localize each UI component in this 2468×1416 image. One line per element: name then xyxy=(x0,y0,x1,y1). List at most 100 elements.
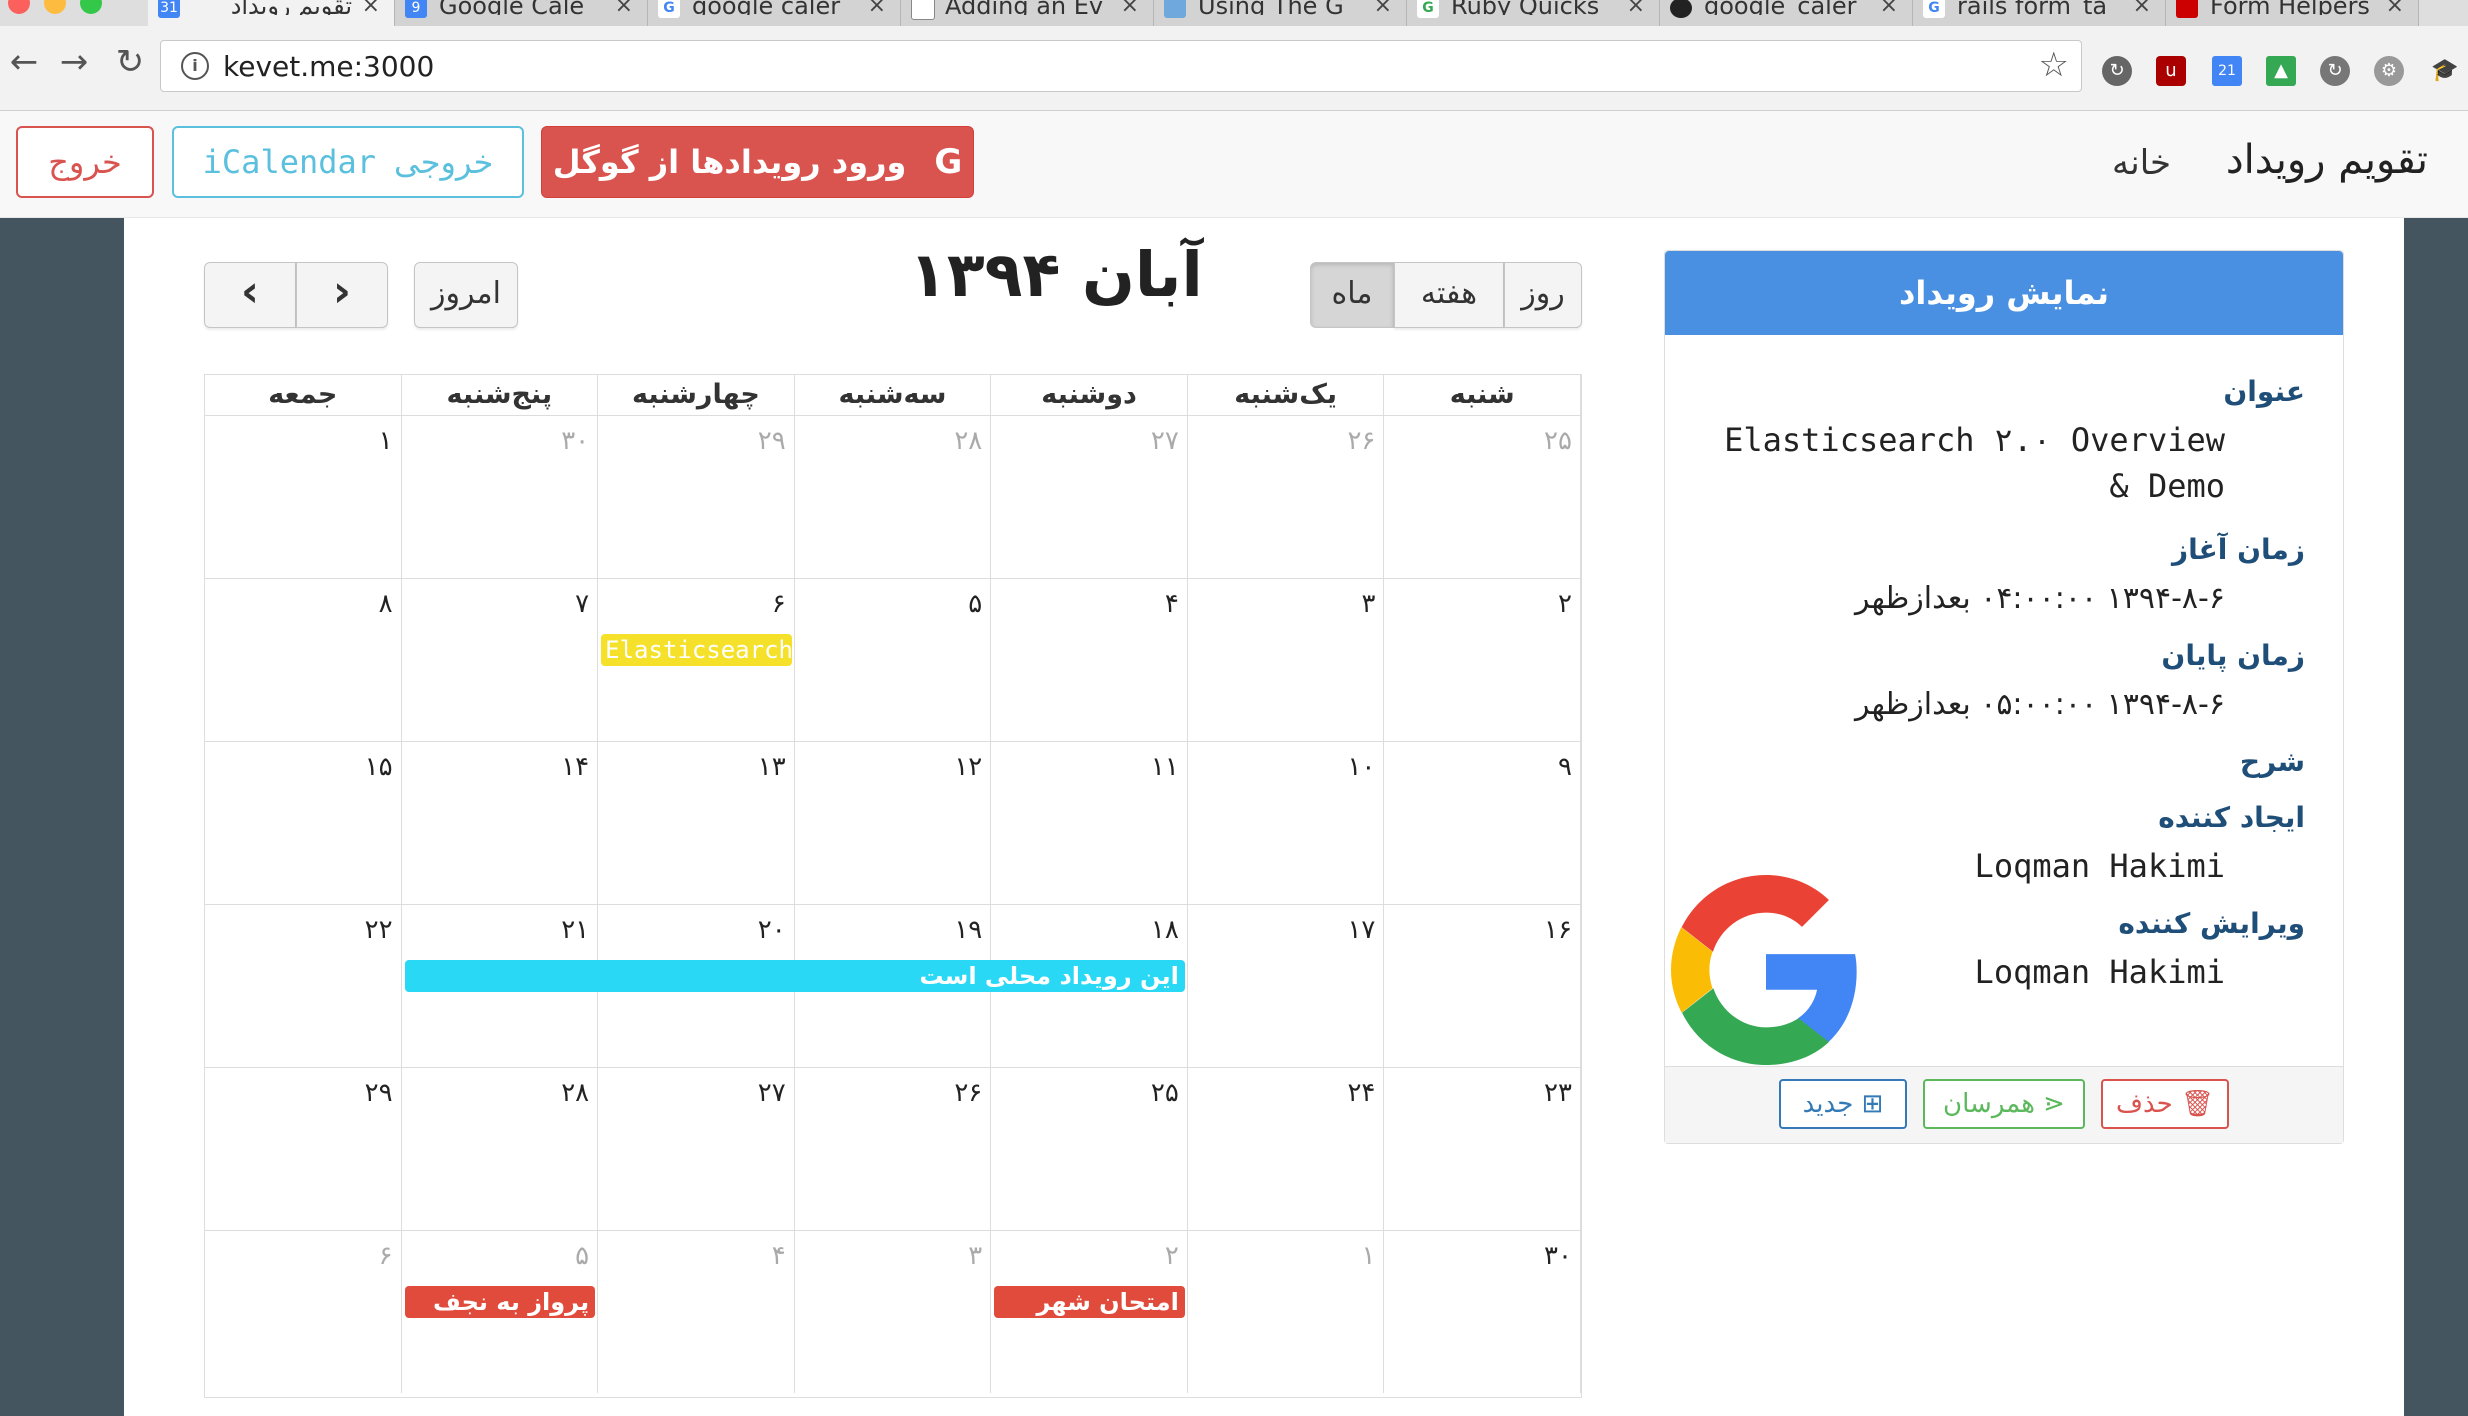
maximize-window-icon[interactable] xyxy=(80,0,102,14)
icalendar-label: iCalendar xyxy=(202,143,377,181)
next-month-button[interactable]: › xyxy=(296,262,388,328)
new-event-button[interactable]: ⊞ جدید xyxy=(1779,1079,1907,1129)
day-cell[interactable]: ۸ xyxy=(205,578,402,741)
end-time-label: زمان پایان xyxy=(2161,639,2305,672)
close-tab-icon[interactable]: × xyxy=(868,0,886,17)
day-cell[interactable]: ۱۲ xyxy=(794,741,992,904)
browser-tab-3[interactable]: G google caler × xyxy=(648,0,901,26)
day-cell[interactable]: ۲۴ xyxy=(1187,1067,1385,1230)
address-bar[interactable]: i kevet.me:3000 ☆ xyxy=(160,40,2082,92)
day-number: ۶ xyxy=(771,589,786,619)
browser-tab-9[interactable]: Form Helpers × xyxy=(2166,0,2419,26)
calendar-event[interactable]: این رویداد محلی است xyxy=(404,960,1185,992)
close-tab-icon[interactable]: × xyxy=(615,0,633,17)
browser-tab-4[interactable]: Adding an Ev × xyxy=(901,0,1154,26)
day-cell[interactable]: ۱ xyxy=(1187,1230,1385,1393)
delete-button[interactable]: 🗑 حذف xyxy=(2101,1079,2229,1129)
import-google-button[interactable]: G ورود رویدادها از گوگل xyxy=(541,126,974,198)
day-cell[interactable]: ۲۸ xyxy=(794,415,992,578)
close-tab-icon[interactable]: × xyxy=(1627,0,1645,17)
day-cell[interactable]: ۳ xyxy=(1187,578,1385,741)
day-cell[interactable]: ۲۳ xyxy=(1384,1067,1581,1230)
browser-tab-6[interactable]: G Ruby Quicks × xyxy=(1407,0,1660,26)
day-cell[interactable]: ۱۳ xyxy=(598,741,795,904)
close-window-icon[interactable] xyxy=(8,0,30,14)
graduation-cap-icon[interactable]: 🎓 xyxy=(2430,56,2460,86)
settings-extension-icon[interactable]: ⚙ xyxy=(2374,56,2404,86)
browser-tab-8[interactable]: G rails form_ta × xyxy=(1913,0,2166,26)
view-month-button[interactable]: ماه xyxy=(1310,262,1394,328)
share-button[interactable]: ⋖ همرسان xyxy=(1923,1079,2085,1129)
close-tab-icon[interactable]: × xyxy=(1121,0,1139,17)
calendar-extension-icon[interactable]: 21 xyxy=(2212,56,2242,86)
day-cell[interactable]: ۳ xyxy=(794,1230,992,1393)
browser-tab-2[interactable]: 9 Google Cale × xyxy=(395,0,648,26)
tab-title: rails form_ta xyxy=(1957,0,2108,15)
day-cell[interactable]: ۵ xyxy=(794,578,992,741)
extension-refresh-icon[interactable]: ↻ xyxy=(2102,56,2132,86)
day-number: ۷ xyxy=(575,589,590,619)
day-cell[interactable]: ۶ xyxy=(205,1230,402,1393)
day-cell[interactable]: ۱۱ xyxy=(991,741,1188,904)
day-cell[interactable]: ۲۹ xyxy=(598,415,795,578)
tab-title: Ruby Quicks xyxy=(1451,0,1600,15)
nav-link-home[interactable]: خانه xyxy=(2112,143,2171,183)
day-cell[interactable]: ۲۲ xyxy=(205,904,402,1067)
day-cell[interactable]: ۴ xyxy=(598,1230,795,1393)
browser-tab-1[interactable]: 31 تقویم رویداد × xyxy=(148,0,395,26)
today-button[interactable]: امروز xyxy=(414,262,518,328)
browser-tab-7[interactable]: google_caler × xyxy=(1660,0,1913,26)
day-cell[interactable]: ۱ xyxy=(205,415,402,578)
drive-extension-icon[interactable]: ▲ xyxy=(2266,56,2296,86)
day-cell[interactable]: ۲۸ xyxy=(401,1067,599,1230)
day-cell[interactable]: ۳۰ xyxy=(401,415,599,578)
day-cell[interactable]: ۲۷ xyxy=(991,415,1188,578)
day-cell[interactable]: ۱۷ xyxy=(1187,904,1385,1067)
weekday-header: یک‌شنبه xyxy=(1188,375,1385,415)
logout-button[interactable]: خروج xyxy=(16,126,154,198)
day-cell[interactable]: ۲ xyxy=(1384,578,1581,741)
browser-tab-5[interactable]: Using The G × xyxy=(1154,0,1407,26)
close-tab-icon[interactable]: × xyxy=(1880,0,1898,17)
day-cell[interactable]: ۱۵ xyxy=(205,741,402,904)
calendar-event[interactable]: Elasticsearch xyxy=(601,634,792,666)
sync-extension-icon[interactable]: ↻ xyxy=(2320,56,2350,86)
day-number: ۳۰ xyxy=(1544,1241,1572,1271)
day-number: ۱۴ xyxy=(561,752,590,782)
back-arrow-icon[interactable]: ← xyxy=(0,40,48,88)
trash-icon: 🗑 xyxy=(2180,1089,2214,1119)
day-cell[interactable]: ۹ xyxy=(1384,741,1581,904)
brand-title[interactable]: تقویم رویداد xyxy=(2226,137,2428,183)
forward-arrow-icon[interactable]: → xyxy=(50,40,98,88)
calendar-favicon-icon: 9 xyxy=(405,0,427,18)
day-cell[interactable]: ۲۹ xyxy=(205,1067,402,1230)
day-cell[interactable]: ۱۴ xyxy=(401,741,599,904)
calendar-event[interactable]: پرواز به نجف xyxy=(404,1286,596,1318)
day-cell[interactable]: ۱۶ xyxy=(1384,904,1581,1067)
calendar-event[interactable]: امتحان شهر xyxy=(994,1286,1185,1318)
reload-icon[interactable]: ↻ xyxy=(106,40,154,88)
minimize-window-icon[interactable] xyxy=(44,0,66,14)
day-cell[interactable]: ۲۵ xyxy=(1384,415,1581,578)
day-cell[interactable]: ۲۵ xyxy=(991,1067,1188,1230)
ublock-extension-icon[interactable]: u xyxy=(2156,56,2186,86)
export-icalendar-button[interactable]: خروجی iCalendar xyxy=(172,126,524,198)
close-tab-icon[interactable]: × xyxy=(2133,0,2151,17)
url-text: kevet.me:3000 xyxy=(223,50,435,83)
view-day-button[interactable]: روز xyxy=(1504,262,1582,328)
day-cell[interactable]: ۱۰ xyxy=(1187,741,1385,904)
info-icon[interactable]: i xyxy=(181,52,209,80)
day-cell[interactable]: ۲۶ xyxy=(794,1067,992,1230)
bookmark-star-icon[interactable]: ☆ xyxy=(2039,45,2069,85)
close-tab-icon[interactable]: × xyxy=(1374,0,1392,17)
day-cell[interactable]: ۲۷ xyxy=(598,1067,795,1230)
day-cell[interactable]: ۴ xyxy=(991,578,1188,741)
prev-month-button[interactable]: ‹ xyxy=(204,262,296,328)
day-cell[interactable]: ۳۰ xyxy=(1384,1230,1581,1393)
view-week-button[interactable]: هفته xyxy=(1394,262,1504,328)
close-tab-icon[interactable]: × xyxy=(362,0,380,17)
day-cell[interactable]: ۲۶ xyxy=(1187,415,1385,578)
close-tab-icon[interactable]: × xyxy=(2386,0,2404,17)
day-number: ۲۶ xyxy=(1347,426,1376,456)
day-cell[interactable]: ۷ xyxy=(401,578,599,741)
